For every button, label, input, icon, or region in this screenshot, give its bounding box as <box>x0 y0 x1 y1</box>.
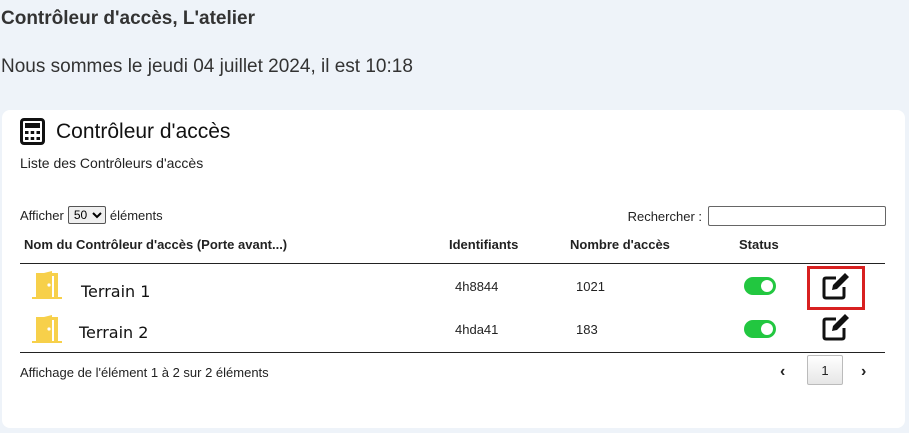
status-toggle[interactable] <box>744 277 776 295</box>
edit-icon <box>821 313 851 346</box>
row-access-count: 1021 <box>576 279 605 294</box>
row-name: Terrain 2 <box>79 323 149 342</box>
date-line: Nous sommes le jeudi 04 juillet 2024, il… <box>1 56 413 77</box>
header-divider <box>20 263 885 264</box>
page-length-select[interactable]: 50 <box>67 206 106 224</box>
row-identifiant: 4hda41 <box>455 322 499 337</box>
column-header-status[interactable]: Status <box>739 237 779 252</box>
search-input[interactable] <box>708 206 886 226</box>
length-suffix: éléments <box>109 207 163 223</box>
row-access-count: 183 <box>576 322 598 337</box>
footer-divider <box>20 352 885 353</box>
row-identifiant: 4h8844 <box>455 279 499 294</box>
column-header-acces[interactable]: Nombre d'accès <box>570 237 670 252</box>
length-prefix: Afficher <box>20 207 64 223</box>
page-title: Contrôleur d'accès, L'atelier <box>1 8 256 29</box>
search-control: Rechercher : <box>628 206 886 226</box>
door-open-icon <box>30 314 64 348</box>
door-open-icon <box>30 270 64 304</box>
page-length-control: Afficher 50 éléments <box>20 206 163 224</box>
page-button-current[interactable]: 1 <box>807 355 843 385</box>
card-title: Contrôleur d'accès <box>56 119 231 143</box>
edit-button[interactable] <box>807 266 865 310</box>
edit-icon <box>821 272 851 305</box>
controllers-card: Contrôleur d'accès Liste des Contrôleurs… <box>2 110 905 428</box>
chevron-right-icon[interactable]: › <box>861 363 866 381</box>
row-name: Terrain 1 <box>81 282 151 301</box>
calculator-icon <box>20 118 45 145</box>
column-header-name[interactable]: Nom du Contrôleur d'accès (Porte avant..… <box>24 237 287 252</box>
column-header-identifiants[interactable]: Identifiants <box>449 237 518 252</box>
status-toggle[interactable] <box>744 320 776 338</box>
chevron-left-icon[interactable]: ‹ <box>780 363 785 381</box>
edit-button[interactable] <box>815 313 857 345</box>
table-info: Affichage de l'élément 1 à 2 sur 2 éléme… <box>20 365 269 380</box>
search-label: Rechercher : <box>627 208 702 224</box>
card-subtitle: Liste des Contrôleurs d'accès <box>20 155 204 171</box>
card-header: Contrôleur d'accès <box>20 118 230 145</box>
